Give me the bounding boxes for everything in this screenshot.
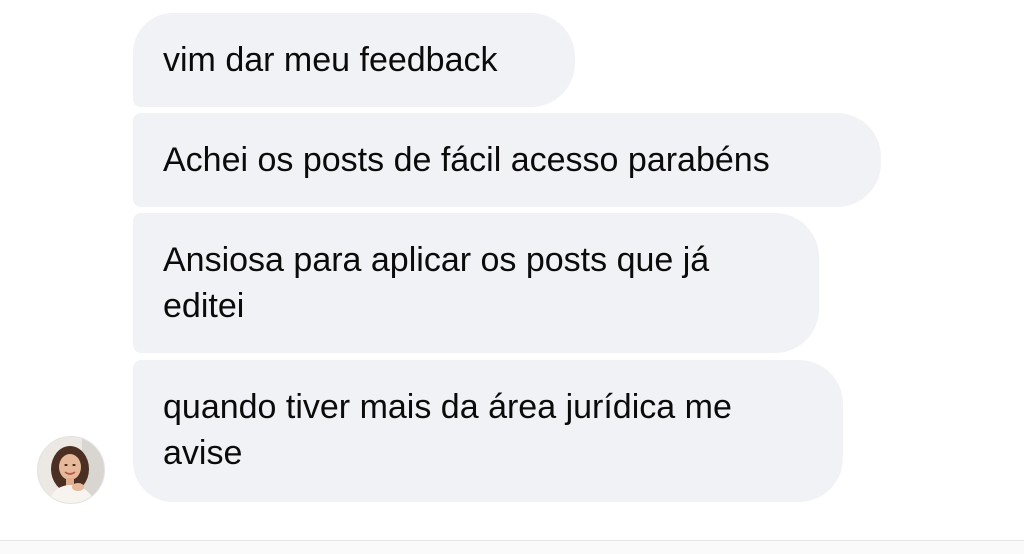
message-text-line-2: editei [163, 287, 245, 325]
profile-photo-icon [38, 437, 104, 503]
message-bubble-4[interactable]: quando tiver mais da área jurídica me av… [133, 360, 843, 502]
message-text-line-1: Ansiosa para aplicar os posts que já [163, 241, 710, 279]
message-bubble-3[interactable]: Ansiosa para aplicar os posts que já edi… [133, 213, 819, 353]
message-text: vim dar meu feedback [163, 41, 498, 79]
message-text: Achei os posts de fácil acesso parabéns [163, 141, 770, 179]
sender-avatar[interactable] [37, 436, 105, 504]
message-bubble-2[interactable]: Achei os posts de fácil acesso parabéns [133, 113, 881, 207]
message-thread: vim dar meu feedback Achei os posts de f… [0, 0, 1024, 554]
message-bubble-1[interactable]: vim dar meu feedback [133, 13, 575, 107]
bottom-divider [0, 540, 1024, 554]
message-text-line-2: avise [163, 434, 243, 472]
message-text-line-1: quando tiver mais da área jurídica me [163, 388, 732, 426]
